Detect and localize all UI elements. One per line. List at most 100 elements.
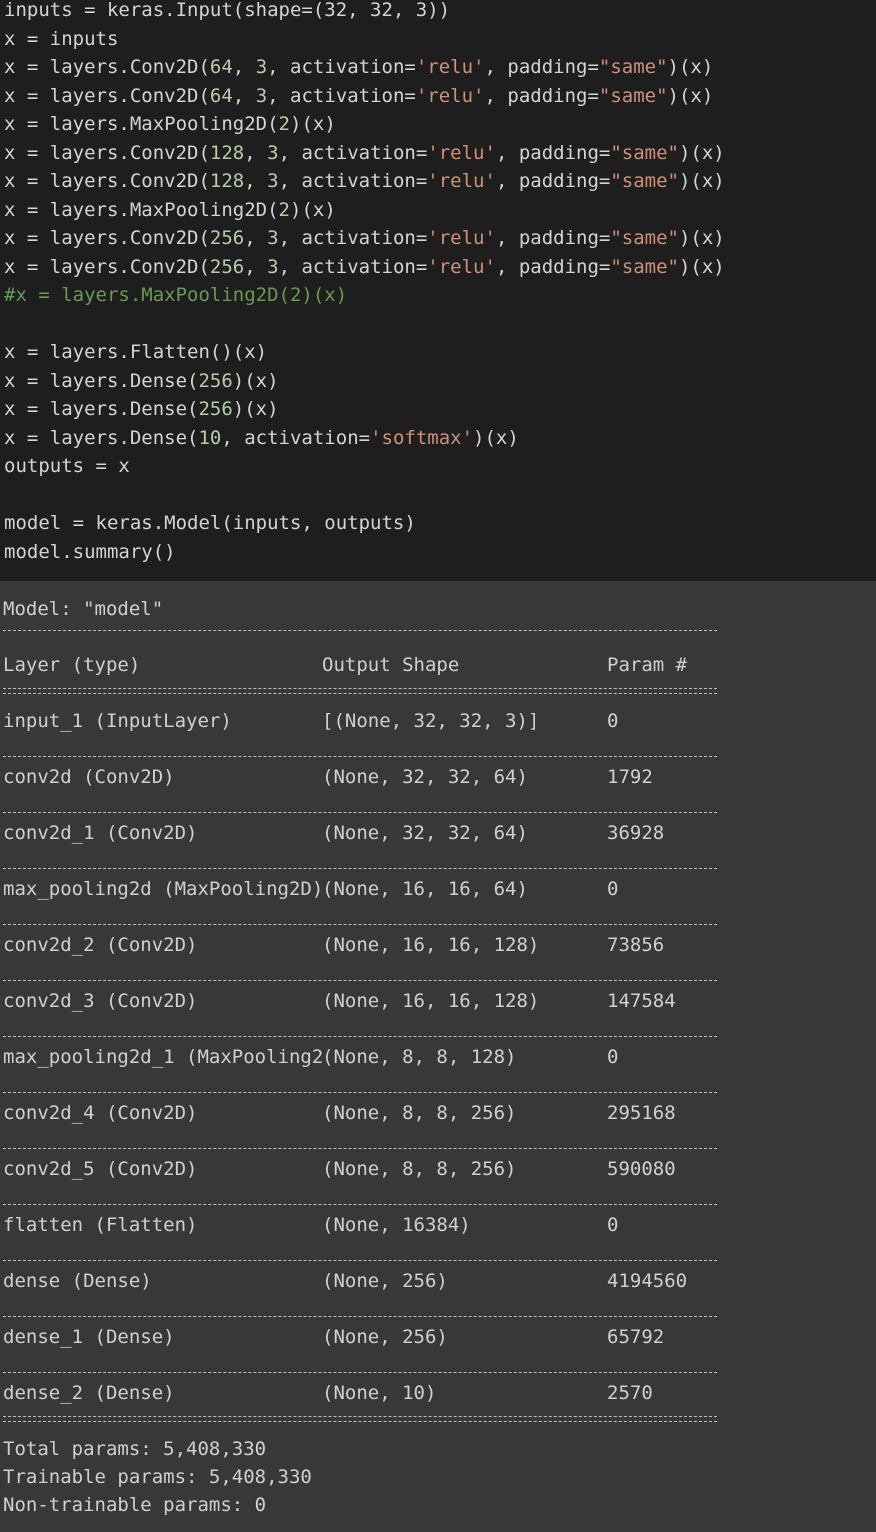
double-separator xyxy=(3,1416,717,1422)
param-count-cell: 147584 xyxy=(607,990,676,1012)
code-token: , xyxy=(232,84,256,107)
code-token-str: "same" xyxy=(610,141,679,164)
code-line: outputs = x xyxy=(4,452,130,480)
code-token: )(x) xyxy=(678,227,725,249)
code-token: x = layers.Flatten()(x) xyxy=(4,341,268,363)
output-shape-cell: (None, 32, 32, 64) xyxy=(322,766,528,788)
code-token: , activation= xyxy=(267,84,416,107)
row-separator xyxy=(3,1092,717,1093)
code-token: , padding= xyxy=(495,255,611,278)
layer-name-cell: conv2d_1 (Conv2D) xyxy=(3,822,198,844)
code-line: x = layers.Dense(256)(x) xyxy=(4,367,279,395)
code-line: x = layers.Conv2D(256, 3, activation='re… xyxy=(4,224,725,252)
code-token: )(x) xyxy=(290,198,336,221)
header-output-shape: Output Shape xyxy=(322,654,460,676)
code-line: x = layers.Dense(256)(x) xyxy=(4,395,279,423)
code-token-num: 3 xyxy=(267,227,279,249)
param-count-cell: 1792 xyxy=(607,766,653,788)
code-token: )(x) xyxy=(667,84,714,107)
code-token: x = layers.Conv2D( xyxy=(4,84,210,107)
trainable-params: Trainable params: 5,408,330 xyxy=(3,1466,312,1488)
row-separator xyxy=(3,812,717,813)
code-token: , padding= xyxy=(495,227,611,249)
code-token: , activation= xyxy=(267,56,416,78)
code-token-str: "same" xyxy=(610,255,679,278)
layer-name-cell: conv2d_3 (Conv2D) xyxy=(3,990,198,1012)
code-token-str: 'relu' xyxy=(427,255,496,278)
param-count-cell: 590080 xyxy=(607,1158,676,1180)
code-token-str: 'relu' xyxy=(427,170,496,192)
code-token: , activation= xyxy=(221,426,371,449)
output-shape-cell: (None, 8, 8, 256) xyxy=(322,1102,517,1124)
code-token: x = layers.Conv2D( xyxy=(4,56,210,78)
output-shape-cell: (None, 16384) xyxy=(322,1214,471,1236)
model-name-label: Model: "model" xyxy=(3,598,164,620)
output-shape-cell: (None, 16, 16, 128) xyxy=(322,990,540,1012)
code-token-str: "same" xyxy=(598,84,668,107)
code-token-str: "same" xyxy=(610,170,679,192)
code-token-num: 3 xyxy=(267,255,279,278)
code-token: , xyxy=(244,141,268,164)
code-token-str: 'relu' xyxy=(427,227,496,249)
code-line: x = layers.MaxPooling2D(2)(x) xyxy=(4,196,336,224)
layer-name-cell: conv2d_2 (Conv2D) xyxy=(3,934,198,956)
output-shape-cell: (None, 256) xyxy=(322,1326,448,1348)
code-token: )(x) xyxy=(667,56,714,78)
code-token: , padding= xyxy=(484,56,599,78)
code-token: , activation= xyxy=(278,170,428,192)
output-shape-cell: (None, 32, 32, 64) xyxy=(322,822,528,844)
code-token-num: 2 xyxy=(278,113,290,135)
row-separator xyxy=(3,1316,717,1317)
code-token: x = layers.Conv2D( xyxy=(4,255,210,278)
layer-name-cell: max_pooling2d_1 (MaxPooling2 xyxy=(3,1046,324,1068)
param-count-cell: 295168 xyxy=(607,1102,676,1124)
row-separator xyxy=(3,868,717,869)
layer-name-cell: input_1 (InputLayer) xyxy=(3,710,232,732)
param-count-cell: 4194560 xyxy=(607,1270,688,1292)
code-token: x = layers.Conv2D( xyxy=(4,170,210,192)
code-token: , activation= xyxy=(278,227,428,249)
code-token: x = layers.MaxPooling2D( xyxy=(4,113,279,135)
param-count-cell: 36928 xyxy=(607,822,665,844)
code-token-num: 128 xyxy=(209,170,245,192)
code-line: x = layers.Conv2D(128, 3, activation='re… xyxy=(4,167,725,195)
code-token-num: 256 xyxy=(198,398,233,420)
total-params: Total params: 5,408,330 xyxy=(3,1438,267,1460)
code-line: model.summary() xyxy=(4,538,176,566)
code-token: )(x) xyxy=(473,426,519,449)
row-separator xyxy=(3,1372,717,1373)
code-token: x = layers.MaxPooling2D( xyxy=(4,198,279,221)
output-shape-cell: (None, 256) xyxy=(322,1270,448,1292)
code-token: , activation= xyxy=(278,255,428,278)
param-count-cell: 0 xyxy=(607,878,619,900)
layer-name-cell: dense_2 (Dense) xyxy=(3,1382,175,1404)
code-token: model.summary() xyxy=(4,540,176,563)
code-token-num: 3 xyxy=(255,56,268,78)
param-count-cell: 73856 xyxy=(607,934,665,956)
code-token: outputs = x xyxy=(4,455,130,477)
output-shape-cell: (None, 8, 8, 128) xyxy=(322,1046,517,1068)
code-line: x = inputs xyxy=(4,25,118,53)
layer-name-cell: max_pooling2d (MaxPooling2D) xyxy=(3,878,324,900)
output-shape-cell: [(None, 32, 32, 3)] xyxy=(322,710,540,732)
layer-name-cell: conv2d (Conv2D) xyxy=(3,766,175,788)
code-token-num: 3 xyxy=(255,84,268,107)
code-line: x = layers.MaxPooling2D(2)(x) xyxy=(4,110,336,138)
code-token: x = layers.Conv2D( xyxy=(4,227,210,249)
code-token: , xyxy=(244,255,268,278)
code-token-num: 3 xyxy=(267,170,279,192)
header-param-count: Param # xyxy=(607,654,688,676)
code-token-num: 3 xyxy=(267,141,279,164)
code-token-num: 256 xyxy=(209,255,245,278)
code-line: x = layers.Conv2D(64, 3, activation='rel… xyxy=(4,53,713,81)
output-shape-cell: (None, 8, 8, 256) xyxy=(322,1158,517,1180)
param-count-cell: 0 xyxy=(607,710,619,732)
code-cell[interactable]: inputs = keras.Input(shape=(32, 32, 3)) x… xyxy=(0,0,876,581)
code-token-str: 'softmax' xyxy=(370,426,474,449)
code-token: )(x) xyxy=(232,369,279,392)
code-token: x = layers.Dense( xyxy=(4,369,199,392)
output-shape-cell: (None, 10) xyxy=(322,1382,437,1404)
row-separator xyxy=(3,980,717,981)
code-token-num: 10 xyxy=(198,426,222,449)
layer-name-cell: dense (Dense) xyxy=(3,1270,152,1292)
